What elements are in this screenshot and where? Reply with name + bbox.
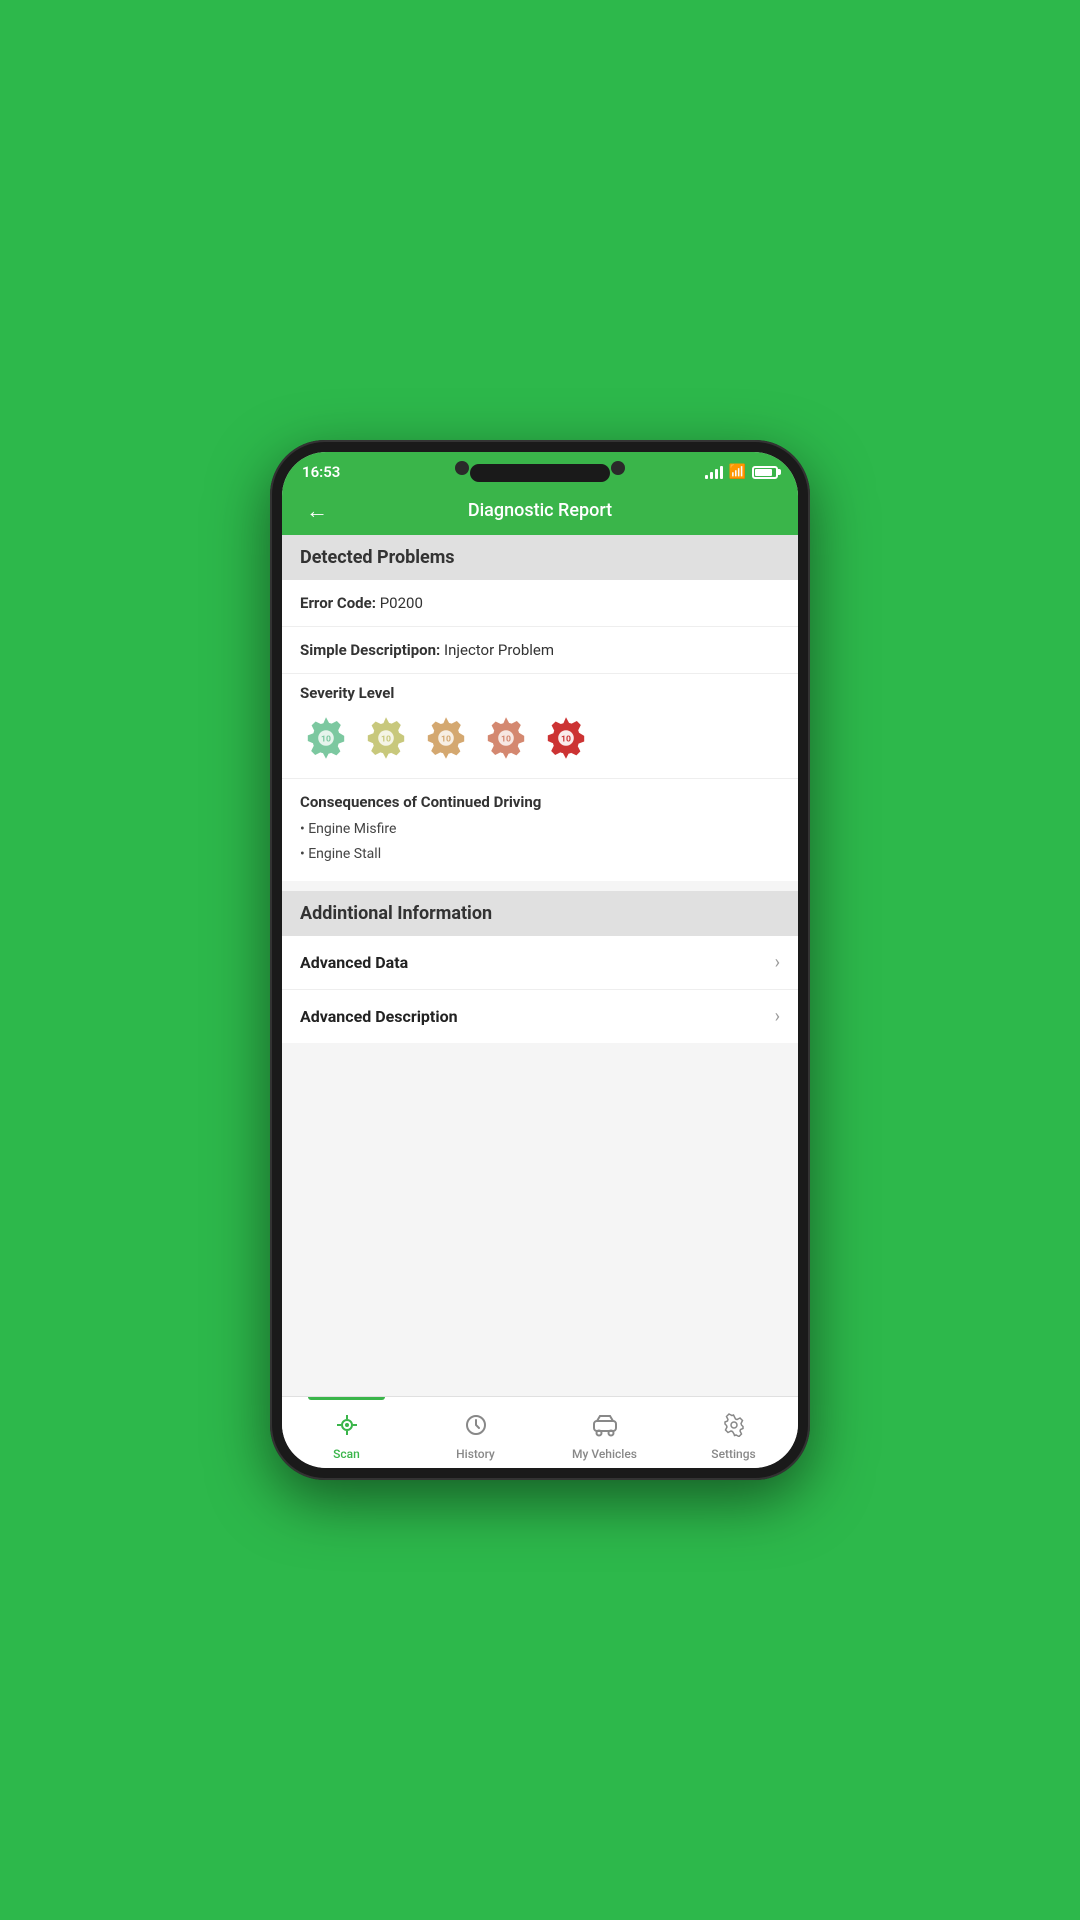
advanced-data-label: Advanced Data [300, 953, 408, 972]
error-code-value: P0200 [380, 594, 423, 612]
status-icons: 📶 [705, 464, 778, 480]
severity-gear-4: 10 [480, 712, 532, 764]
page-title: Diagnostic Report [468, 500, 612, 521]
advanced-data-row[interactable]: Advanced Data › [282, 936, 798, 990]
advanced-description-chevron: › [775, 1006, 780, 1027]
advanced-data-chevron: › [775, 952, 780, 973]
scan-icon [335, 1413, 359, 1443]
detected-problems-title: Detected Problems [300, 547, 455, 568]
battery-icon [752, 466, 778, 479]
back-button[interactable]: ← [298, 494, 336, 528]
severity-gear-3: 10 [420, 712, 472, 764]
svg-text:10: 10 [561, 734, 571, 744]
consequences-row: Consequences of Continued Driving • Engi… [282, 779, 798, 881]
svg-text:10: 10 [321, 734, 331, 744]
severity-label: Severity Level [300, 684, 780, 702]
settings-icon [722, 1413, 746, 1443]
history-label: History [456, 1447, 495, 1461]
consequence-2: • Engine Stall [300, 842, 780, 867]
description-label: Simple Descriptipon: [300, 641, 440, 659]
my-vehicles-icon [592, 1413, 618, 1443]
severity-gear-5: 10 [540, 712, 592, 764]
phone-frame: 16:53 📶 ← Diagnostic Report [270, 440, 810, 1480]
advanced-description-row[interactable]: Advanced Description › [282, 990, 798, 1043]
severity-row: Severity Level 10 10 [282, 674, 798, 779]
additional-info-card: Advanced Data › Advanced Description › [282, 936, 798, 1043]
nav-item-my-vehicles[interactable]: My Vehicles [540, 1397, 669, 1468]
content-area: Detected Problems Error Code: P0200 Simp… [282, 535, 798, 1396]
additional-info-header: Addintional Information [282, 891, 798, 936]
severity-gear-1: 10 [300, 712, 352, 764]
camera-left [455, 461, 469, 475]
svg-text:10: 10 [381, 734, 391, 744]
wifi-icon: 📶 [729, 464, 746, 480]
status-time: 16:53 [302, 463, 340, 481]
description-row: Simple Descriptipon: Injector Problem [282, 627, 798, 674]
scan-label: Scan [333, 1447, 360, 1461]
phone-screen: 16:53 📶 ← Diagnostic Report [282, 452, 798, 1468]
camera-right [611, 461, 625, 475]
consequence-1: • Engine Misfire [300, 817, 780, 842]
signal-icon [705, 465, 723, 479]
severity-icons: 10 10 10 [300, 712, 780, 764]
phone-notch [470, 464, 610, 482]
nav-item-history[interactable]: History [411, 1397, 540, 1468]
error-code-label: Error Code: [300, 594, 376, 612]
problems-card: Error Code: P0200 Simple Descriptipon: I… [282, 580, 798, 881]
advanced-description-label: Advanced Description [300, 1007, 458, 1026]
bottom-navigation: Scan History [282, 1396, 798, 1468]
consequences-title: Consequences of Continued Driving [300, 793, 780, 811]
settings-label: Settings [711, 1447, 755, 1461]
svg-text:10: 10 [501, 734, 511, 744]
additional-info-title: Addintional Information [300, 903, 492, 924]
description-value: Injector Problem [444, 641, 554, 659]
nav-item-settings[interactable]: Settings [669, 1397, 798, 1468]
error-code-row: Error Code: P0200 [282, 580, 798, 627]
detected-problems-header: Detected Problems [282, 535, 798, 580]
svg-text:10: 10 [441, 734, 451, 744]
severity-gear-2: 10 [360, 712, 412, 764]
page-header: ← Diagnostic Report [282, 490, 798, 535]
nav-item-scan[interactable]: Scan [282, 1397, 411, 1468]
history-icon [464, 1413, 488, 1443]
my-vehicles-label: My Vehicles [572, 1447, 637, 1461]
